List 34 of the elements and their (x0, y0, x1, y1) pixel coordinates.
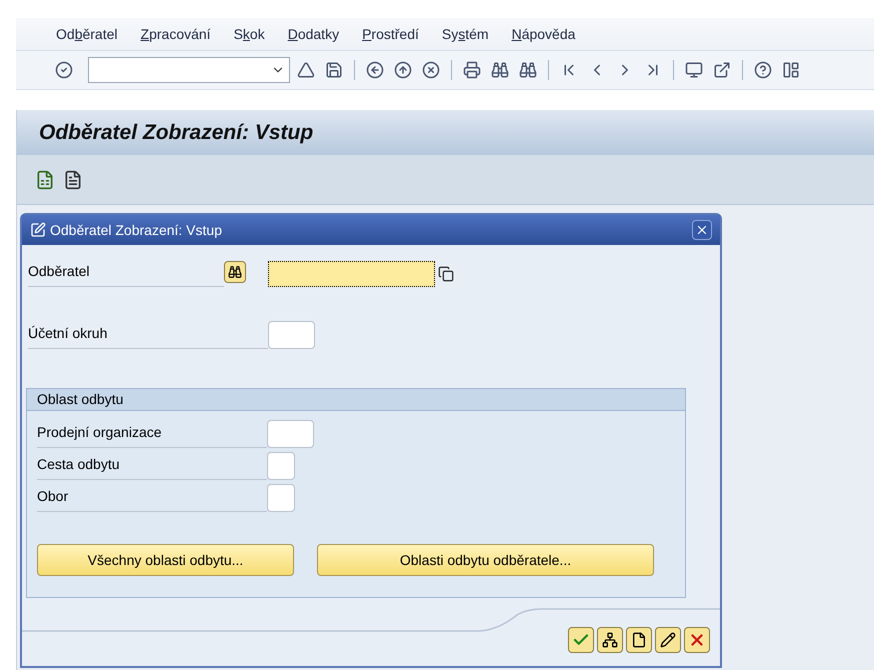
screen-title: Odběratel Zobrazení: Vstup (39, 120, 314, 146)
pencil-icon (660, 632, 676, 648)
action-button[interactable]: Všechny oblasti odbytu... (37, 544, 294, 576)
confirm-button[interactable] (568, 627, 594, 653)
menu-item[interactable]: Prostředí (362, 24, 419, 44)
field-label: Odběratel (28, 261, 224, 287)
new-document-button[interactable] (626, 627, 652, 653)
menu-item[interactable]: Systém (442, 24, 489, 44)
document-icon (631, 632, 647, 648)
dialog-icon (30, 222, 46, 238)
hierarchy-icon (602, 632, 618, 648)
list-icon[interactable] (35, 170, 55, 190)
field-label: Prodejní organizace (37, 422, 267, 448)
search-help-button[interactable] (224, 261, 246, 283)
edit-button[interactable] (655, 627, 681, 653)
binoculars-icon (228, 265, 242, 279)
hierarchy-button[interactable] (597, 627, 623, 653)
input-field[interactable] (268, 261, 435, 287)
menu-item[interactable]: Zpracování (140, 24, 211, 44)
field-label: Účetní okruh (28, 323, 268, 349)
dialog-title: Odběratel Zobrazení: Vstup (50, 220, 222, 240)
command-field[interactable] (88, 57, 290, 83)
field-label: Cesta odbytu (37, 454, 267, 480)
group-title: Oblast odbytu (37, 390, 124, 409)
cancel-button[interactable] (684, 627, 710, 653)
close-button[interactable] (692, 220, 712, 240)
menu-item[interactable]: Skok (234, 24, 265, 44)
menu-item[interactable]: Odběratel (56, 24, 118, 44)
close-icon (695, 223, 709, 237)
menu-item[interactable]: Dodatky (288, 24, 340, 44)
menu-item[interactable]: Nápověda (512, 24, 576, 44)
document-icon[interactable] (63, 170, 83, 190)
field-label: Obor (37, 486, 267, 512)
action-button[interactable]: Oblasti odbytu odběratele... (317, 544, 654, 576)
